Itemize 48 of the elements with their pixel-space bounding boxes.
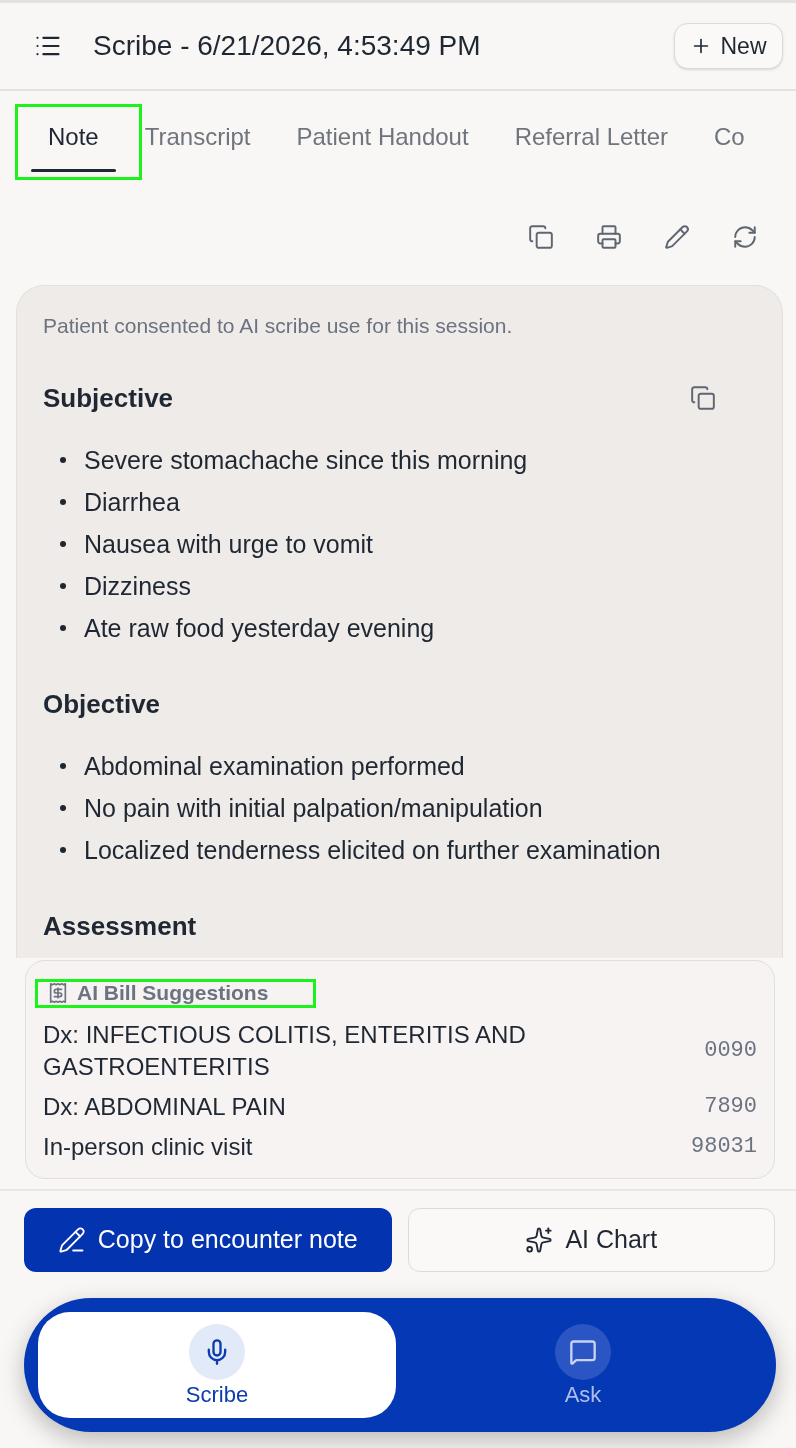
bill-description: Dx: ABDOMINAL PAIN [43, 1092, 287, 1122]
tab[interactable]: Transcript [121, 107, 274, 177]
bullet-icon [60, 457, 66, 463]
bullet-icon [60, 583, 66, 589]
bullet-text: Severe stomachache since this morning [84, 445, 528, 475]
bullet-text: No pain with initial palpation/manipulation [84, 793, 543, 823]
microphone-icon [189, 1324, 245, 1380]
section-heading: Subjective [43, 382, 174, 414]
bill-code: 7890 [704, 1093, 757, 1121]
bullet-text: Diarrhea [84, 487, 180, 517]
bottom-nav-tab[interactable]: Scribe [38, 1312, 396, 1418]
copy-icon[interactable] [528, 224, 554, 250]
printer-icon[interactable] [596, 224, 622, 250]
bullet-icon [60, 499, 66, 505]
page-title: Scribe - 6/21/2026, 4:53:49 PM [93, 29, 482, 63]
bullet-text: Dizziness [84, 571, 191, 601]
bullet-text: Nausea with urge to vomit [84, 529, 374, 559]
bill-description: Dx: INFECTIOUS COLITIS, ENTERITIS AND GASTROENTERITIS [43, 1020, 527, 1082]
bullet-icon [60, 805, 66, 811]
section-heading: Assessment [43, 910, 197, 942]
tab[interactable]: Patient Handout [273, 107, 492, 177]
bottom-nav-tab[interactable]: Ask [404, 1312, 762, 1418]
bullet-icon [60, 763, 66, 769]
pencil-icon [57, 1226, 86, 1254]
pencil-icon[interactable] [664, 224, 690, 250]
refresh-icon[interactable] [732, 224, 758, 250]
receipt-icon [47, 982, 69, 1004]
copy-icon[interactable] [690, 385, 716, 411]
chat-bubble-icon [555, 1324, 611, 1380]
bullet-text: Localized tenderness elicited on further examination [84, 835, 661, 865]
section-heading: Objective [43, 688, 161, 720]
bill-description: In-person clinic visit [43, 1132, 254, 1162]
tab[interactable]: Referral Letter [491, 107, 692, 177]
bullet-icon [60, 625, 66, 631]
bullet-icon [60, 541, 66, 547]
ai-chart-button[interactable]: AI Chart [407, 1208, 775, 1272]
bullet-text: Abdominal examination performed [84, 751, 465, 781]
bill-code: 0090 [704, 1037, 757, 1065]
bill-code: 98031 [691, 1133, 757, 1161]
bullet-text: Ate raw food yesterday evening [84, 613, 435, 643]
new-button[interactable]: New [674, 23, 783, 69]
copy-to-note-button[interactable]: Copy to encounter note [24, 1208, 392, 1272]
bullet-icon [60, 847, 66, 853]
consent-text: Patient consented to AI scribe use for this session. [43, 313, 514, 339]
tab[interactable]: Co [691, 107, 768, 177]
bill-suggestions-title: AI Bill Suggestions [77, 980, 269, 1006]
tab[interactable]: Note [25, 107, 122, 177]
sparkle-icon [525, 1226, 554, 1254]
